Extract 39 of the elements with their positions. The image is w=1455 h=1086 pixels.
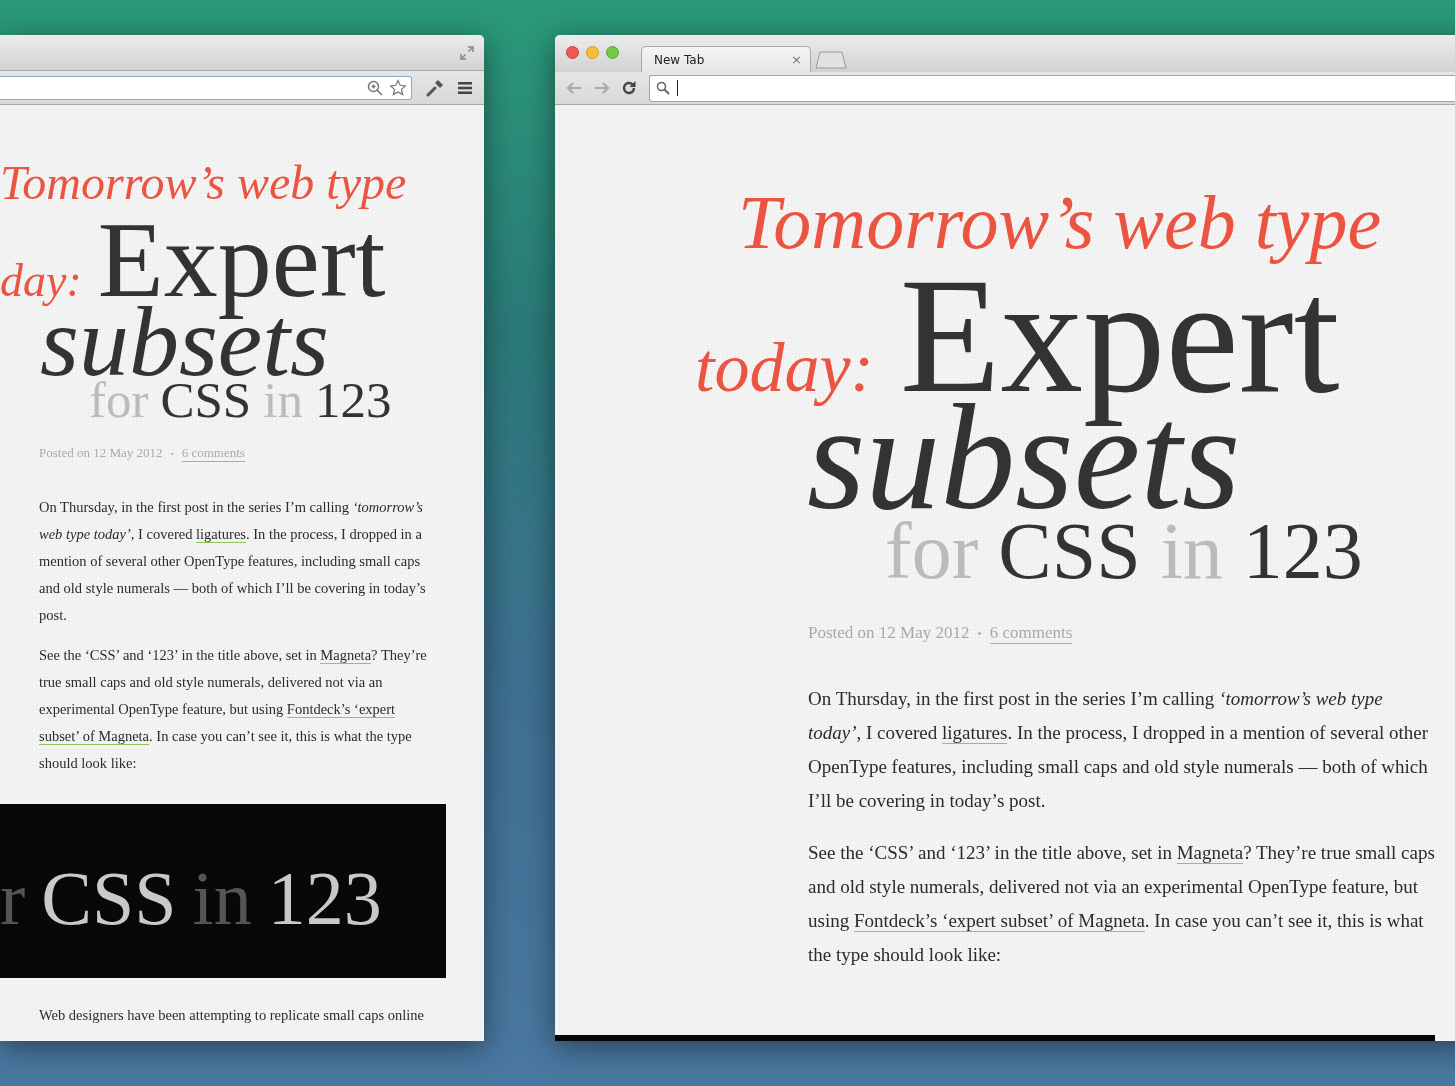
maximize-button[interactable] (606, 46, 619, 59)
star-icon[interactable] (389, 78, 407, 97)
separator-dot: • (170, 449, 174, 459)
text-link[interactable]: ligatures (196, 526, 246, 543)
text-link[interactable]: Magneta (320, 647, 372, 664)
address-field[interactable] (0, 75, 412, 100)
post-date: Posted on 12 May 2012 (808, 623, 970, 643)
zoom-icon[interactable] (367, 79, 383, 96)
reload-icon[interactable] (621, 80, 637, 96)
text-link[interactable]: ligatures (942, 722, 1008, 744)
separator-dot: • (977, 627, 982, 642)
paragraph: See the ‘CSS’ and ‘123’ in the title above, set in Magneta? They’re true small caps and old style numerals, delivered not via an experimental OpenType feature, but using Fontdeck’s ‘expert subset’ of Magneta. In case you can’t see it, this is what the type should look like: (808, 841, 1436, 967)
menu-icon[interactable] (458, 81, 472, 94)
sample-word: r (0, 854, 26, 942)
minimize-button[interactable] (586, 46, 599, 59)
paragraph: See the ‘CSS’ and ‘123’ in the title above, set in Magneta? They’re true small caps and old style numerals, delivered not via an experimental OpenType feature, but using Fontdeck’s ‘expert subset’ of Magneta. In case you can’t see it, this is what the type should look like: (39, 646, 428, 773)
close-button[interactable] (566, 46, 579, 59)
browser-tab[interactable]: New Tab × (641, 46, 811, 72)
sample-word: 123 (267, 854, 382, 942)
wrench-icon[interactable] (426, 78, 444, 97)
title-word: 123 (1242, 506, 1363, 597)
paragraph: On Thursday, in the first post in the series I’m calling ‘tomorrow’s web type today’, I covered ligatures. In the process, I dropped in a mention of several other OpenType features, including small caps and old style numerals — both of which I’ll be covering in today’s post. (39, 498, 427, 625)
text-cursor (677, 80, 678, 96)
post-date: Posted on 12 May 2012 (39, 445, 163, 461)
search-icon (656, 81, 670, 95)
tab-close-button[interactable]: × (791, 52, 802, 67)
fullscreen-icon[interactable] (460, 45, 474, 60)
back-icon[interactable] (565, 80, 583, 96)
sample-word: CSS (41, 854, 177, 942)
new-tab-button[interactable] (815, 51, 847, 69)
text-link[interactable]: Fontdeck’s ‘expert (286, 701, 396, 718)
paragraph: On Thursday, in the first post in the series I’m calling ‘tomorrow’s web type today’, I covered ligatures. In the process, I dropped in a mention of several other OpenType features, including small caps and old style numerals — both of which I’ll be covering in today’s post. (808, 687, 1429, 813)
text-link[interactable]: Magneta (1176, 842, 1244, 864)
address-field[interactable] (649, 74, 1455, 102)
forward-icon[interactable] (593, 80, 611, 96)
tab-title: New Tab (654, 52, 705, 67)
text-link[interactable]: Fontdeck’s ‘expert subset’ of Magneta (853, 910, 1145, 932)
paragraph: Web designers have been attempting to replicate small caps online (39, 1006, 425, 1025)
sample-word: in (192, 854, 252, 942)
